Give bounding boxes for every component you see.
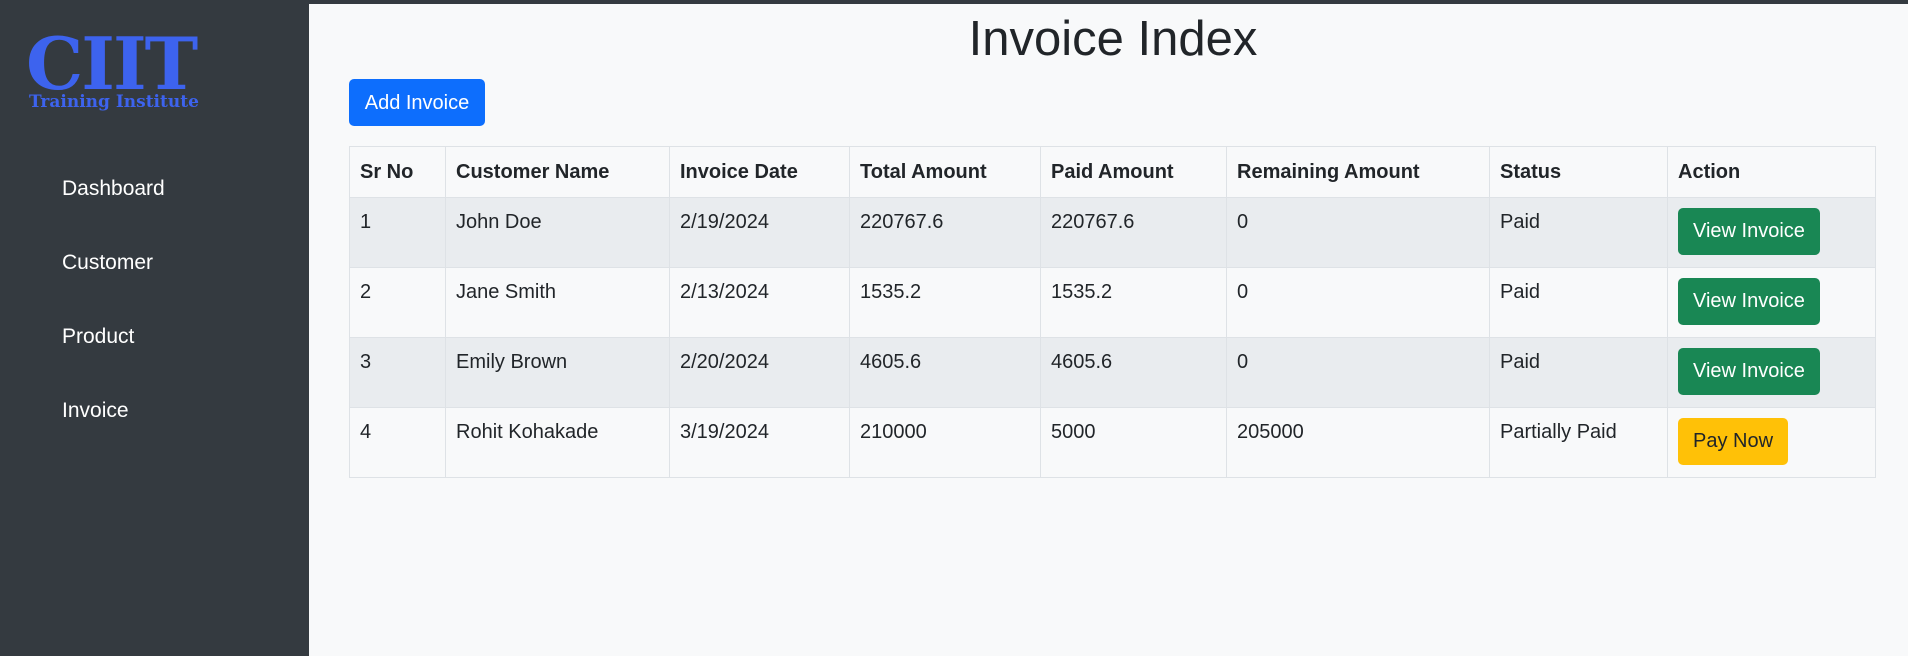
cell-paid: 1535.2 [1040,267,1227,338]
table-row: 2 Jane Smith 2/13/2024 1535.2 1535.2 0 P… [349,267,1876,338]
view-invoice-button[interactable]: View Invoice [1678,348,1820,395]
cell-status: Paid [1489,337,1668,408]
sidebar: CIIT Training Institute Dashboard Custom… [0,0,309,656]
sidebar-item-product[interactable]: Product [0,310,309,384]
logo: CIIT Training Institute [26,28,206,118]
cell-customer: Rohit Kohakade [445,407,670,478]
cell-date: 2/20/2024 [669,337,850,408]
cell-total: 1535.2 [849,267,1041,338]
cell-status: Partially Paid [1489,407,1668,478]
cell-total: 210000 [849,407,1041,478]
sidebar-item-customer[interactable]: Customer [0,236,309,310]
cell-status: Paid [1489,267,1668,338]
cell-action: View Invoice [1667,267,1876,338]
cell-paid: 220767.6 [1040,197,1227,268]
cell-remaining: 205000 [1226,407,1490,478]
cell-remaining: 0 [1226,197,1490,268]
sidebar-item-dashboard[interactable]: Dashboard [0,162,309,236]
view-invoice-button[interactable]: View Invoice [1678,208,1820,255]
invoice-table: Sr No Customer Name Invoice Date Total A… [349,146,1876,478]
table-header-row: Sr No Customer Name Invoice Date Total A… [349,146,1876,198]
cell-paid: 5000 [1040,407,1227,478]
cell-customer: John Doe [445,197,670,268]
pay-now-button[interactable]: Pay Now [1678,418,1789,465]
cell-sr: 1 [349,197,446,268]
cell-sr: 2 [349,267,446,338]
table-row: 3 Emily Brown 2/20/2024 4605.6 4605.6 0 … [349,337,1876,408]
page-title: Invoice Index [968,12,1258,66]
cell-date: 3/19/2024 [669,407,850,478]
cell-customer: Emily Brown [445,337,670,408]
cell-action: Pay Now [1667,407,1876,478]
logo-subtitle: Training Institute [29,92,199,112]
logo-title: CIIT [26,21,198,106]
view-invoice-button[interactable]: View Invoice [1678,278,1820,325]
column-header: Remaining Amount [1226,146,1490,198]
column-header: Status [1489,146,1668,198]
cell-remaining: 0 [1226,267,1490,338]
main-content: Invoice Index Add Invoice Sr No Customer… [309,0,1908,656]
column-header: Total Amount [849,146,1041,198]
column-header: Invoice Date [669,146,850,198]
column-header: Customer Name [445,146,670,198]
cell-date: 2/13/2024 [669,267,850,338]
cell-paid: 4605.6 [1040,337,1227,408]
cell-status: Paid [1489,197,1668,268]
table-row: 4 Rohit Kohakade 3/19/2024 210000 5000 2… [349,407,1876,478]
table-row: 1 John Doe 2/19/2024 220767.6 220767.6 0… [349,197,1876,268]
cell-sr: 4 [349,407,446,478]
sidebar-item-invoice[interactable]: Invoice [0,384,309,458]
cell-date: 2/19/2024 [669,197,850,268]
add-invoice-button[interactable]: Add Invoice [349,79,485,126]
cell-total: 4605.6 [849,337,1041,408]
sidebar-nav: Dashboard Customer Product Invoice [0,162,309,458]
cell-customer: Jane Smith [445,267,670,338]
cell-sr: 3 [349,337,446,408]
cell-action: View Invoice [1667,337,1876,408]
cell-remaining: 0 [1226,337,1490,408]
column-header: Action [1667,146,1876,198]
column-header: Paid Amount [1040,146,1227,198]
cell-action: View Invoice [1667,197,1876,268]
cell-total: 220767.6 [849,197,1041,268]
column-header: Sr No [349,146,446,198]
